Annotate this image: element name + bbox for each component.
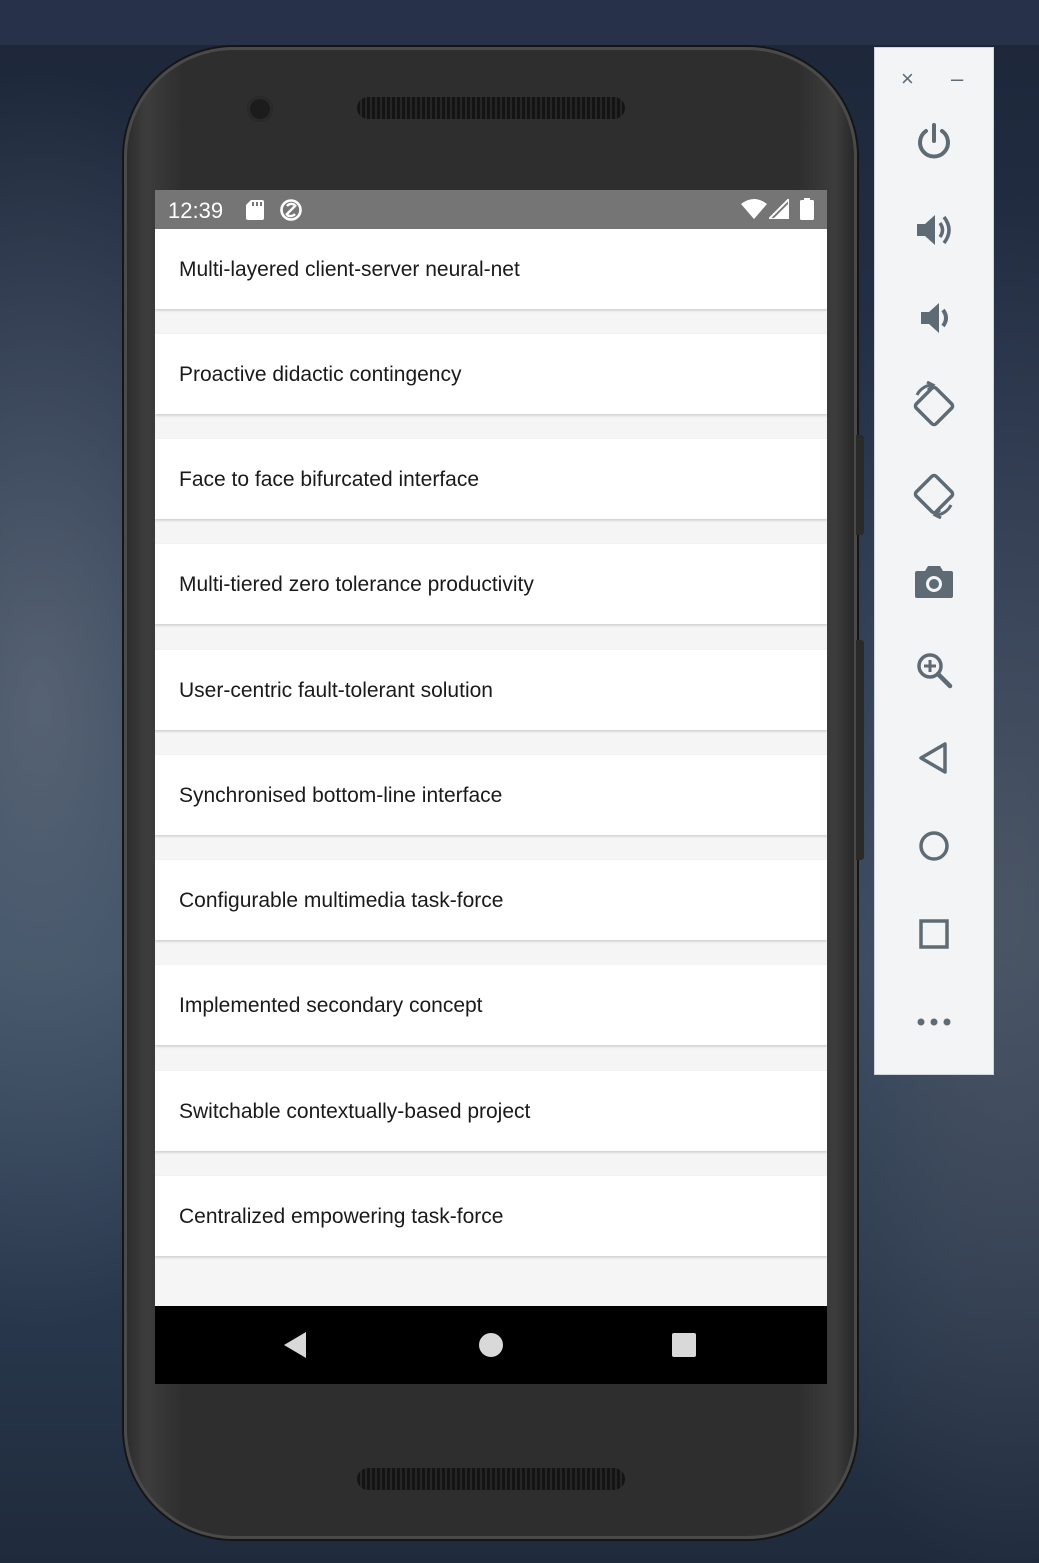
list-item-label: Face to face bifurcated interface bbox=[179, 468, 479, 491]
volume-down-button[interactable] bbox=[903, 287, 965, 349]
back-button[interactable] bbox=[903, 727, 965, 789]
list-item-label: Multi-layered client-server neural-net bbox=[179, 258, 520, 281]
cell-signal-icon bbox=[769, 199, 789, 219]
list-item[interactable]: Multi-tiered zero tolerance productivity bbox=[155, 544, 827, 624]
back-icon bbox=[919, 742, 947, 774]
list-item[interactable]: Proactive didactic contingency bbox=[155, 334, 827, 414]
overview-icon bbox=[919, 919, 949, 949]
close-icon[interactable]: × bbox=[901, 66, 914, 92]
status-time: 12:39 bbox=[168, 198, 224, 223]
volume-down-icon bbox=[921, 303, 948, 333]
navigation-bar bbox=[155, 1306, 827, 1384]
more-icon bbox=[917, 1018, 951, 1026]
camera-icon bbox=[915, 566, 953, 598]
list-item[interactable]: User-centric fault-tolerant solution bbox=[155, 650, 827, 730]
status-bar: 12:39 bbox=[155, 190, 827, 229]
home-icon bbox=[479, 1333, 503, 1357]
nav-back-button[interactable] bbox=[255, 1306, 335, 1384]
screenshot-button[interactable] bbox=[903, 551, 965, 613]
wifi-icon bbox=[741, 199, 767, 219]
power-button[interactable] bbox=[903, 111, 965, 173]
rotate-left-icon bbox=[913, 381, 955, 427]
list-item[interactable]: Face to face bifurcated interface bbox=[155, 439, 827, 519]
list-item[interactable]: Implemented secondary concept bbox=[155, 965, 827, 1045]
phone-screen: 12:39 Multi-layered client-server neural… bbox=[155, 190, 827, 1384]
list-item-label: Switchable contextually-based project bbox=[179, 1100, 531, 1123]
list-item[interactable]: Synchronised bottom-line interface bbox=[155, 755, 827, 835]
rotate-right-icon bbox=[913, 473, 955, 519]
list-item-label: Configurable multimedia task-force bbox=[179, 889, 504, 912]
list-item[interactable]: Multi-layered client-server neural-net bbox=[155, 229, 827, 309]
battery-icon bbox=[800, 198, 814, 220]
zoom-button[interactable] bbox=[903, 639, 965, 701]
power-icon bbox=[918, 123, 950, 159]
list-item[interactable]: Configurable multimedia task-force bbox=[155, 860, 827, 940]
phone-volume-button[interactable] bbox=[856, 640, 864, 860]
minimize-icon[interactable]: – bbox=[951, 66, 963, 92]
bottom-speaker bbox=[357, 1468, 625, 1490]
earpiece-speaker bbox=[357, 97, 625, 119]
zoom-icon bbox=[917, 653, 953, 689]
list-item[interactable]: Centralized empowering task-force bbox=[155, 1176, 827, 1256]
rotate-left-button[interactable] bbox=[903, 375, 965, 437]
sync-icon bbox=[280, 199, 302, 221]
list-item-label: Multi-tiered zero tolerance productivity bbox=[179, 573, 534, 596]
nav-recents-button[interactable] bbox=[644, 1306, 724, 1384]
volume-up-icon bbox=[917, 215, 951, 245]
home-icon bbox=[919, 831, 949, 861]
front-camera bbox=[247, 96, 273, 122]
nav-home-button[interactable] bbox=[451, 1306, 531, 1384]
desktop-top-bar bbox=[0, 0, 1039, 45]
more-button[interactable] bbox=[903, 991, 965, 1053]
back-icon bbox=[284, 1332, 306, 1358]
overview-button[interactable] bbox=[903, 903, 965, 965]
phone-side-button[interactable] bbox=[856, 435, 864, 535]
list-item-label: Centralized empowering task-force bbox=[179, 1205, 504, 1228]
sd-card-icon bbox=[246, 200, 264, 220]
recents-icon bbox=[672, 1333, 696, 1357]
rotate-right-button[interactable] bbox=[903, 463, 965, 525]
list-item-label: User-centric fault-tolerant solution bbox=[179, 679, 493, 702]
list-item-label: Proactive didactic contingency bbox=[179, 363, 462, 386]
volume-up-button[interactable] bbox=[903, 199, 965, 261]
list-item-label: Synchronised bottom-line interface bbox=[179, 784, 503, 807]
list-item-label: Implemented secondary concept bbox=[179, 994, 483, 1017]
home-button[interactable] bbox=[903, 815, 965, 877]
emulator-toolbar: × – bbox=[874, 47, 994, 1075]
list-item[interactable]: Switchable contextually-based project bbox=[155, 1071, 827, 1151]
